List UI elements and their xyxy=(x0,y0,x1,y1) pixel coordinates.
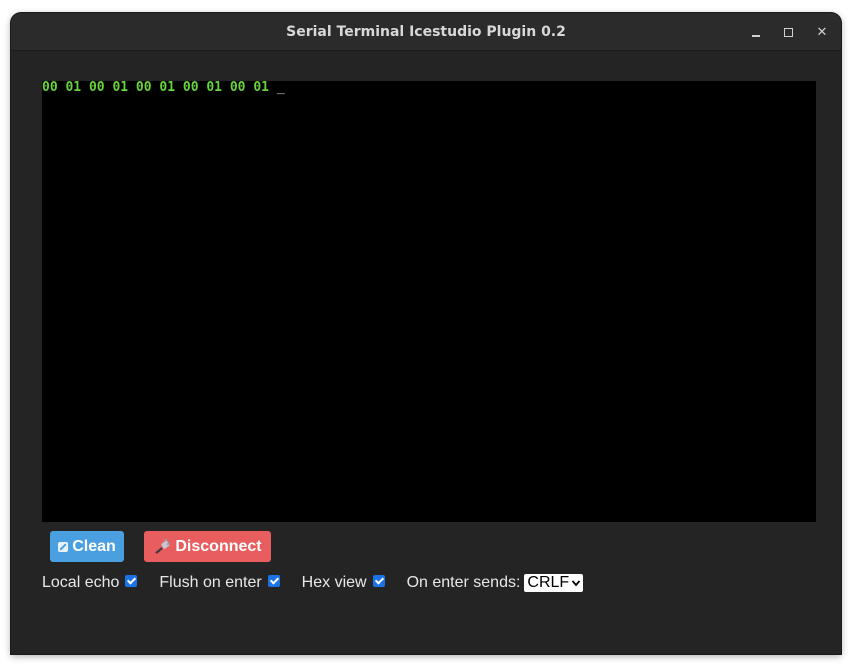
terminal-text: 00 01 00 01 00 01 00 01 00 01 xyxy=(42,80,277,95)
title-bar[interactable]: Serial Terminal Icestudio Plugin 0.2 ✕ xyxy=(11,13,841,51)
close-icon: ✕ xyxy=(816,24,828,40)
maximize-button[interactable] xyxy=(778,22,798,42)
hex-view-option[interactable]: Hex view xyxy=(302,574,385,592)
line-ending-value: CRLF xyxy=(527,574,570,591)
app-window: Serial Terminal Icestudio Plugin 0.2 ✕ 0… xyxy=(11,13,841,654)
clean-button[interactable]: Clean xyxy=(50,531,124,562)
disconnect-button-label: Disconnect xyxy=(175,537,262,555)
terminal-cursor: _ xyxy=(276,80,285,95)
flush-on-enter-option[interactable]: Flush on enter xyxy=(159,574,280,592)
minimize-button[interactable] xyxy=(746,22,766,42)
line-ending-select[interactable]: CRLF xyxy=(524,574,584,592)
local-echo-checkbox[interactable] xyxy=(125,575,138,587)
chevron-down-icon xyxy=(572,580,581,587)
on-enter-sends-option: On enter sends: CRLF xyxy=(407,574,584,592)
eraser-icon xyxy=(58,541,69,552)
terminal-line: 00 01 00 01 00 01 00 01 00 01 _ xyxy=(42,81,285,95)
plug-icon xyxy=(155,538,171,554)
maximize-icon xyxy=(783,27,793,37)
on-enter-sends-label: On enter sends: xyxy=(406,574,521,591)
hex-view-checkbox[interactable] xyxy=(372,575,385,587)
terminal-output[interactable]: 00 01 00 01 00 01 00 01 00 01 _ xyxy=(42,81,816,522)
flush-on-enter-label: Flush on enter xyxy=(159,574,262,591)
close-button[interactable]: ✕ xyxy=(812,22,832,42)
disconnect-button[interactable]: Disconnect xyxy=(144,531,271,562)
flush-on-enter-checkbox[interactable] xyxy=(267,575,280,587)
local-echo-label: Local echo xyxy=(42,574,120,591)
window-title: Serial Terminal Icestudio Plugin 0.2 xyxy=(286,24,566,40)
local-echo-option[interactable]: Local echo xyxy=(42,574,138,592)
minimize-icon xyxy=(752,35,760,37)
clean-button-label: Clean xyxy=(72,537,116,555)
options-bar: Local echo Flush on enter Hex view On en… xyxy=(42,573,605,593)
hex-view-label: Hex view xyxy=(301,574,367,591)
